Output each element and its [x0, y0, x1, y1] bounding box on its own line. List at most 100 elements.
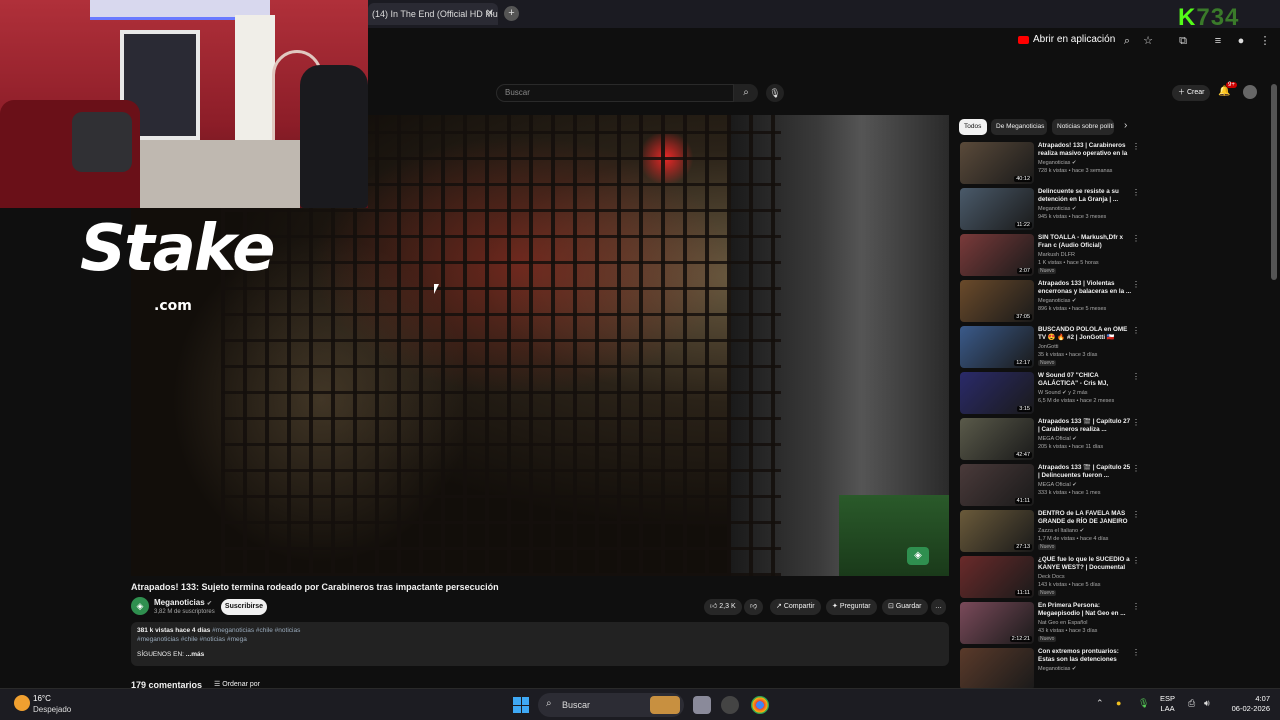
save-button[interactable]: ⊡ Guardar — [882, 599, 928, 615]
ask-button[interactable]: ✦ Preguntar — [826, 599, 877, 615]
clock[interactable]: 4:07 06-02-2026 — [1224, 694, 1270, 714]
video-title-link[interactable]: Atrapados 133 🎬 | Capítulo 25 | Delincue… — [1038, 464, 1132, 480]
more-options-icon[interactable]: ⋮ — [1132, 372, 1140, 381]
recommended-video[interactable]: 11:11 ¿QUÉ fue lo que le SUCEDIÓ a KANYE … — [960, 556, 1140, 600]
weather-temp[interactable]: 16°C — [33, 694, 51, 703]
more-options-icon[interactable]: ⋮ — [1132, 326, 1140, 335]
channel-name[interactable]: Meganoticias ✔ — [154, 598, 212, 607]
recommended-video[interactable]: 12:17 BUSCANDO POLOLA en OME TV 😍 🔥 #2 | … — [960, 326, 1140, 370]
channel-name[interactable]: Meganoticias ✔ — [1038, 206, 1077, 212]
channel-name[interactable]: Zazza el Italiano ✔ — [1038, 528, 1084, 534]
microphone-tray-icon[interactable]: 🎙 — [1138, 698, 1149, 709]
media-icon[interactable]: ≡ — [1211, 34, 1225, 48]
video-title-link[interactable]: Con extremos prontuarios: Estas son las … — [1038, 648, 1132, 664]
recommended-video[interactable]: Con extremos prontuarios: Estas son las … — [960, 648, 1140, 692]
video-thumbnail[interactable]: 40:12 — [960, 142, 1034, 184]
more-options-icon[interactable]: ⋮ — [1132, 188, 1140, 197]
video-thumbnail[interactable]: 42:47 — [960, 418, 1034, 460]
more-options-icon[interactable]: ⋮ — [1132, 234, 1140, 243]
description-tags-2[interactable]: #meganoticias #chile #noticias #mega — [137, 636, 943, 643]
filter-chip[interactable]: Todos — [959, 119, 987, 135]
more-options-icon[interactable]: ⋮ — [1132, 464, 1140, 473]
recommended-video[interactable]: 27:13 DENTRO de LA FAVELA MÁS GRANDE de R… — [960, 510, 1140, 554]
chevron-right-icon[interactable]: › — [1124, 120, 1127, 131]
app-tray-icon[interactable]: ● — [1116, 698, 1121, 708]
channel-name[interactable]: Nat Geo en Español — [1038, 620, 1088, 626]
video-thumbnail[interactable]: 12:17 — [960, 326, 1034, 368]
channel-name[interactable]: W Sound ✔ y 2 más — [1038, 390, 1088, 396]
network-icon[interactable]: ⎙ — [1188, 698, 1195, 709]
search-input[interactable]: Buscar — [496, 84, 734, 102]
browser-tab[interactable]: (14) In The End (Official HD Mu ✕ — [368, 3, 498, 25]
channel-name[interactable]: Deck Docs — [1038, 574, 1065, 580]
channel-name[interactable]: JonGotti — [1038, 344, 1058, 350]
video-title-link[interactable]: Atrapados 133 | Violentas encerronas y b… — [1038, 280, 1132, 296]
video-thumbnail[interactable]: 11:22 — [960, 188, 1034, 230]
scrollbar[interactable] — [1271, 84, 1277, 280]
sort-by-button[interactable]: ☰ Ordenar por — [214, 680, 260, 688]
profile-icon[interactable]: ● — [1234, 34, 1248, 48]
more-options-icon[interactable]: ⋮ — [1132, 280, 1140, 289]
weather-desc[interactable]: Despejado — [33, 705, 71, 714]
channel-name[interactable]: Meganoticias ✔ — [1038, 666, 1077, 672]
channel-name[interactable]: MEGA Oficial ✔ — [1038, 482, 1077, 488]
video-thumbnail[interactable]: 37:05 — [960, 280, 1034, 322]
settings-icon[interactable] — [721, 696, 739, 714]
video-title-link[interactable]: BUSCANDO POLOLA en OME TV 😍 🔥 #2 | JonGo… — [1038, 326, 1132, 342]
windows-start-icon[interactable] — [513, 697, 529, 713]
filter-chip[interactable]: De Meganoticias — [991, 119, 1047, 135]
subscribe-button[interactable]: Suscribirse — [221, 599, 267, 615]
recommended-video[interactable]: 40:12 Atrapados! 133 | Carabineros realiz… — [960, 142, 1140, 186]
weather-icon[interactable] — [14, 695, 30, 711]
recommended-video[interactable]: 37:05 Atrapados 133 | Violentas encerrona… — [960, 280, 1140, 324]
dislike-button[interactable]: 👎︎ — [744, 599, 764, 615]
video-title-link[interactable]: W Sound 07 "CHICA GALÁCTICA" - Cris MJ, … — [1038, 372, 1132, 388]
video-title-link[interactable]: ¿QUÉ fue lo que le SUCEDIÓ a KANYE WEST?… — [1038, 556, 1132, 572]
more-options-icon[interactable]: ⋮ — [1132, 418, 1140, 427]
more-options-icon[interactable]: ⋮ — [1132, 510, 1140, 519]
extensions-icon[interactable]: ⧉ — [1176, 34, 1190, 48]
open-in-app-button[interactable]: Abrir en aplicación — [1018, 34, 1115, 45]
recommended-video[interactable]: 2:12:21 En Primera Persona: Megaepisodio … — [960, 602, 1140, 646]
video-title-link[interactable]: En Primera Persona: Megaepisodio | Nat G… — [1038, 602, 1132, 618]
video-thumbnail[interactable]: 41:11 — [960, 464, 1034, 506]
recommended-video[interactable]: 42:47 Atrapados 133 🎬 | Capítulo 27 | Car… — [960, 418, 1140, 462]
chrome-icon[interactable] — [751, 696, 769, 714]
channel-name[interactable]: MEGA Oficial ✔ — [1038, 436, 1077, 442]
more-options-icon[interactable]: ⋮ — [1132, 602, 1140, 611]
create-button[interactable]: ＋ Crear — [1172, 85, 1211, 101]
search-icon[interactable]: ⌕ — [734, 84, 758, 102]
filter-chip[interactable]: Noticias sobre polític — [1052, 119, 1114, 135]
recommended-video[interactable]: 11:22 Delincuente se resiste a su detenci… — [960, 188, 1140, 232]
language-indicator[interactable]: ESP LAA — [1160, 694, 1175, 714]
volume-icon[interactable]: 🔊︎ — [1204, 698, 1210, 709]
file-explorer-icon[interactable] — [693, 696, 711, 714]
microphone-icon[interactable]: 🎙 — [766, 84, 784, 102]
share-button[interactable]: ↗ Compartir — [770, 599, 821, 615]
avatar[interactable] — [1243, 85, 1257, 99]
menu-icon[interactable]: ⋮ — [1258, 34, 1272, 48]
description-tags-1[interactable]: #meganoticias #chile #noticias — [212, 627, 300, 634]
more-options-icon[interactable]: ⋮ — [1132, 556, 1140, 565]
video-title-link[interactable]: SIN TOALLA - Markush,Dfr x Fran c (Audio… — [1038, 234, 1132, 250]
zoom-icon[interactable]: ⌕ — [1120, 34, 1134, 48]
chevron-up-icon[interactable]: ⌃ — [1096, 698, 1104, 709]
channel-avatar[interactable]: ◈ — [131, 597, 149, 615]
like-button[interactable]: 👍︎ 2,3 K — [704, 599, 742, 615]
channel-name[interactable]: Meganoticias ✔ — [1038, 298, 1077, 304]
more-actions-button[interactable]: … — [931, 599, 946, 615]
channel-name[interactable]: Markush DLFR — [1038, 252, 1075, 258]
video-thumbnail[interactable]: 11:11 — [960, 556, 1034, 598]
recommended-video[interactable]: 2:07 SIN TOALLA - Markush,Dfr x Fran c (A… — [960, 234, 1140, 278]
video-description[interactable]: 381 k vistas hace 4 días #meganoticias #… — [131, 622, 949, 666]
channel-name[interactable]: Meganoticias ✔ — [1038, 160, 1077, 166]
new-tab-button[interactable]: + — [504, 6, 519, 21]
video-thumbnail[interactable]: 2:12:21 — [960, 602, 1034, 644]
video-title-link[interactable]: Delincuente se resiste a su detención en… — [1038, 188, 1132, 204]
video-thumbnail[interactable]: 3:15 — [960, 372, 1034, 414]
more-options-icon[interactable]: ⋮ — [1132, 648, 1140, 657]
recommended-video[interactable]: 3:15 W Sound 07 "CHICA GALÁCTICA" - Cris … — [960, 372, 1140, 416]
video-thumbnail[interactable] — [960, 648, 1034, 690]
more-options-icon[interactable]: ⋮ — [1132, 142, 1140, 151]
video-title-link[interactable]: Atrapados 133 🎬 | Capítulo 27 | Carabine… — [1038, 418, 1132, 434]
